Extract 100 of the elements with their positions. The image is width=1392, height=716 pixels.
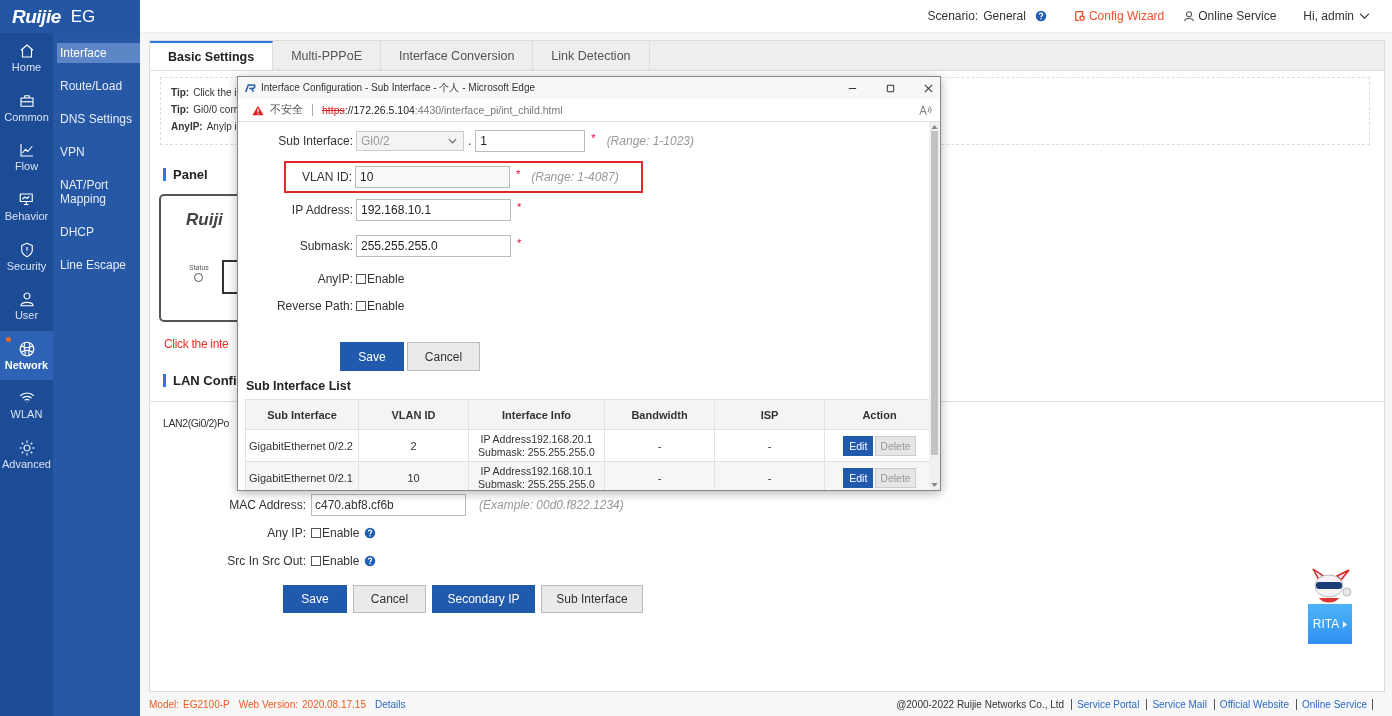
action-button[interactable]: Cancel bbox=[353, 585, 426, 613]
help-icon[interactable] bbox=[1034, 10, 1047, 22]
nav-item[interactable]: Network bbox=[0, 330, 53, 381]
footer-link[interactable]: Service Mail bbox=[1146, 698, 1207, 710]
tab[interactable]: Multi-PPPoE bbox=[273, 41, 381, 70]
product-name: EG bbox=[70, 6, 96, 27]
submenu-item[interactable]: NAT/Port Mapping bbox=[57, 175, 140, 209]
enable-checkbox[interactable]: Enable bbox=[356, 272, 405, 286]
separator-text: . bbox=[468, 134, 472, 148]
chevron-down-icon bbox=[1359, 12, 1370, 20]
form-button[interactable]: Cancel bbox=[407, 342, 480, 371]
enable-checkbox[interactable]: Enable bbox=[311, 554, 360, 568]
submenu-item[interactable]: Line Escape bbox=[57, 255, 140, 275]
required-mark: * bbox=[591, 132, 596, 144]
text-field[interactable]: 10 bbox=[355, 166, 510, 188]
field-label: Sub Interface: bbox=[277, 134, 353, 148]
read-aloud-icon[interactable] bbox=[919, 104, 932, 116]
submenu-item[interactable]: Route/Load bbox=[57, 76, 140, 96]
footer-link[interactable]: Official Website bbox=[1213, 698, 1289, 710]
text-field[interactable]: 255.255.255.0 bbox=[356, 235, 511, 257]
help-icon[interactable] bbox=[364, 527, 377, 539]
scroll-down-icon[interactable] bbox=[931, 483, 938, 487]
help-icon[interactable] bbox=[364, 555, 377, 567]
required-mark: * bbox=[516, 168, 521, 180]
window-title: Interface Configuration - Sub Interface - 个人 - Microsoft Edge bbox=[261, 81, 536, 95]
field-label: VLAN ID: bbox=[301, 170, 352, 184]
column-header: Sub Interface bbox=[245, 399, 359, 430]
table-cell-text: IP Address192.168.20.1 bbox=[479, 432, 594, 446]
range-hint: (Range: 1-4087) bbox=[531, 170, 619, 184]
field-label: Submask: bbox=[298, 239, 353, 253]
nav-icon bbox=[17, 339, 36, 358]
action-button[interactable]: Save bbox=[283, 585, 347, 613]
nav-item[interactable]: WLAN bbox=[0, 380, 53, 430]
user-menu[interactable]: Hi, admin bbox=[1303, 9, 1370, 23]
field-label: AnyIP: bbox=[316, 272, 353, 286]
app-logo-icon bbox=[244, 83, 256, 93]
close-icon[interactable] bbox=[923, 82, 934, 94]
tab[interactable]: Link Detection bbox=[533, 41, 650, 70]
model-value: EG2100-P bbox=[183, 698, 230, 710]
required-mark: * bbox=[517, 201, 522, 213]
column-header: VLAN ID bbox=[358, 399, 469, 430]
submenu-item[interactable]: DHCP bbox=[57, 222, 140, 242]
field-label: Any IP: bbox=[266, 526, 306, 540]
nav-item[interactable]: User bbox=[0, 280, 53, 331]
column-header: Interface Info bbox=[468, 399, 605, 430]
column-header: Bandwidth bbox=[604, 399, 715, 430]
scenario-label: Scenario: bbox=[927, 9, 979, 23]
action-button[interactable]: Sub Interface bbox=[541, 585, 643, 613]
scrollbar[interactable] bbox=[929, 122, 940, 490]
required-mark: * bbox=[517, 237, 522, 249]
text-field[interactable]: 192.168.10.1 bbox=[356, 199, 511, 221]
nav-item[interactable]: Home bbox=[0, 33, 53, 83]
maximize-icon[interactable] bbox=[885, 82, 896, 94]
tab[interactable]: Basic Settings bbox=[150, 41, 274, 70]
table-cell: 10 bbox=[358, 461, 469, 490]
address-bar-url[interactable]: https://172.26.5.104:4430/interface_pi/int_child.html bbox=[322, 104, 913, 116]
table-cell: 2 bbox=[358, 429, 469, 462]
table-cell: - bbox=[714, 461, 825, 490]
field-hint: (Example: 00d0.f822.1234) bbox=[479, 498, 624, 512]
nav-item[interactable]: Common bbox=[0, 82, 53, 133]
panel-hint: Click the inte bbox=[164, 337, 230, 351]
submenu-item[interactable]: Interface bbox=[57, 43, 140, 63]
warning-icon bbox=[252, 104, 264, 116]
nav-item[interactable]: Flow bbox=[0, 132, 53, 182]
dropdown-caret-icon bbox=[448, 138, 457, 144]
footer-link[interactable]: Service Portal bbox=[1071, 698, 1140, 710]
mac-address-field[interactable]: c470.abf8.cf6b bbox=[311, 494, 466, 516]
edit-button[interactable]: Edit bbox=[843, 467, 874, 488]
tip-text: Anylp i bbox=[206, 121, 237, 132]
form-button[interactable]: Save bbox=[340, 342, 404, 371]
field-label: Reverse Path: bbox=[275, 299, 353, 313]
tab[interactable]: Interface Conversion bbox=[381, 41, 534, 70]
nav-icon bbox=[17, 141, 36, 160]
scroll-up-icon[interactable] bbox=[931, 125, 938, 129]
enable-checkbox[interactable]: Enable bbox=[311, 526, 360, 540]
table-cell: GigabitEthernet 0/2.1 bbox=[245, 461, 359, 490]
nav-icon bbox=[17, 439, 36, 458]
submenu-item[interactable]: DNS Settings bbox=[57, 109, 140, 129]
online-service-link[interactable]: Online Service bbox=[1183, 9, 1277, 23]
edit-button[interactable]: Edit bbox=[843, 435, 874, 456]
config-wizard-link[interactable]: Config Wizard bbox=[1073, 9, 1165, 23]
field-label: IP Address: bbox=[290, 203, 353, 217]
enable-checkbox[interactable]: Enable bbox=[356, 299, 405, 313]
footer-link[interactable]: Online Service bbox=[1295, 698, 1373, 710]
column-header: ISP bbox=[714, 399, 825, 430]
nav-icon bbox=[17, 290, 36, 309]
action-button[interactable]: Secondary IP bbox=[432, 585, 535, 613]
field-label: Src In Src Out: bbox=[226, 554, 306, 568]
submenu-item[interactable]: VPN bbox=[57, 142, 140, 162]
wizard-icon bbox=[1073, 10, 1086, 22]
tip-text: Click the i bbox=[193, 87, 237, 98]
details-link[interactable]: Details bbox=[374, 698, 406, 710]
nav-item[interactable]: Advanced bbox=[0, 429, 53, 480]
nav-item[interactable]: Security bbox=[0, 231, 53, 281]
arrow-right-icon bbox=[1342, 620, 1348, 628]
nav-item[interactable]: Behavior bbox=[0, 181, 53, 232]
tip-text: Gi0/0 corr bbox=[193, 104, 238, 115]
tip-label: Tip: bbox=[171, 87, 190, 98]
table-cell: GigabitEthernet 0/2.2 bbox=[245, 429, 359, 462]
version-label: Web Version: bbox=[238, 698, 298, 710]
